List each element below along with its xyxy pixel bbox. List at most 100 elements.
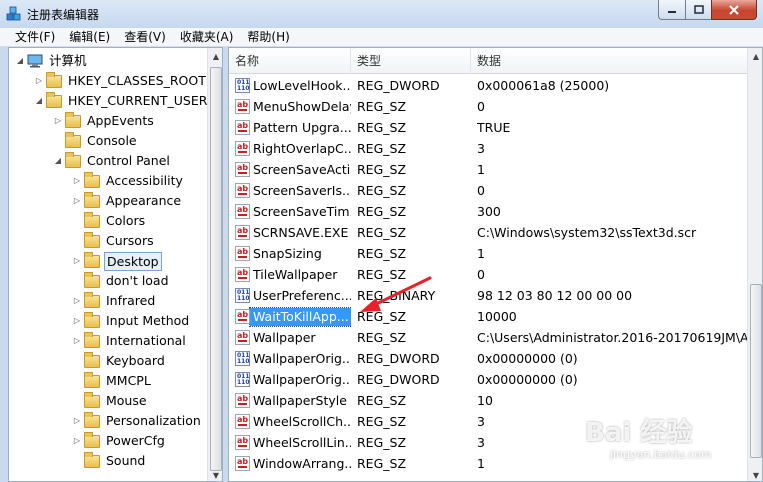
column-header-type[interactable]: 类型 bbox=[351, 48, 471, 74]
scroll-up-icon[interactable]: ▲ bbox=[748, 48, 762, 64]
table-row[interactable]: ab TileWallpaper REG_SZ 0 bbox=[229, 264, 748, 285]
table-row[interactable]: ab WaitToKillApp... REG_SZ 10000 bbox=[229, 306, 748, 327]
collapsed-arrow-icon[interactable]: ▷ bbox=[34, 71, 44, 91]
tree-item[interactable]: ▷ Personalization bbox=[72, 411, 203, 431]
collapsed-arrow-icon[interactable]: ▷ bbox=[53, 111, 63, 131]
value-data-cell: 10 bbox=[477, 393, 493, 408]
table-row[interactable]: ab SCRNSAVE.EXE REG_SZ C:\Windows\system32\… bbox=[229, 222, 748, 243]
menu-view[interactable]: 查看(V) bbox=[117, 28, 173, 47]
collapsed-arrow-icon[interactable]: ▷ bbox=[72, 171, 82, 191]
collapsed-arrow-icon[interactable]: ▷ bbox=[72, 411, 82, 431]
table-row[interactable]: ab RightOverlapC... REG_SZ 3 bbox=[229, 138, 748, 159]
value-name-cell: ab WheelScrollCh... bbox=[235, 411, 351, 432]
value-name-cell: 011 110 WallpaperOrig... bbox=[235, 369, 351, 390]
tree-scrollbar[interactable]: ▲ ▼ bbox=[207, 48, 222, 481]
tree-item[interactable]: ◢ HKEY_CURRENT_USER bbox=[34, 91, 209, 111]
string-value-icon: ab bbox=[235, 267, 250, 282]
table-row[interactable]: ab MenuShowDelay REG_SZ 0 bbox=[229, 96, 748, 117]
tree-item-label: Keyboard bbox=[106, 353, 165, 368]
tree-item[interactable]: ▷ PowerCfg bbox=[72, 431, 167, 451]
folder-icon bbox=[84, 171, 100, 188]
tree-item[interactable]: ▷ Appearance bbox=[72, 191, 183, 211]
minimize-button[interactable] bbox=[658, 0, 686, 20]
tree-item-label: Console bbox=[87, 133, 137, 148]
tree-item-label: Appearance bbox=[106, 193, 182, 208]
maximize-button[interactable] bbox=[685, 0, 712, 20]
tree-item-label: PowerCfg bbox=[106, 433, 165, 448]
tree-item[interactable]: ▷ Input Method bbox=[72, 311, 191, 331]
table-row[interactable]: ab Wallpaper REG_SZ C:\Users\Administrator.… bbox=[229, 327, 749, 348]
table-row[interactable]: ab ScreenSaverIs... REG_SZ 0 bbox=[229, 180, 748, 201]
collapsed-arrow-icon[interactable]: ▷ bbox=[72, 431, 82, 451]
menu-help[interactable]: 帮助(H) bbox=[240, 28, 296, 47]
value-name: Wallpaper bbox=[253, 330, 316, 345]
collapsed-arrow-icon[interactable]: ▷ bbox=[72, 191, 82, 211]
scroll-up-icon[interactable]: ▲ bbox=[208, 48, 222, 64]
value-name-cell: ab WallpaperStyle bbox=[235, 390, 351, 411]
tree-item[interactable]: MMCPL bbox=[72, 371, 153, 391]
menu-edit[interactable]: 编辑(E) bbox=[62, 28, 117, 47]
table-row[interactable]: ab SnapSizing REG_SZ 1 bbox=[229, 243, 748, 264]
folder-icon bbox=[84, 251, 100, 268]
table-row[interactable]: abScreenSaveActi... REG_SZ 1 bbox=[229, 159, 748, 180]
tree-item[interactable]: Console bbox=[53, 131, 139, 151]
string-value-icon: ab bbox=[235, 141, 250, 156]
value-name: MenuShowDelay bbox=[253, 99, 351, 114]
table-row[interactable]: ab Pattern Upgra... REG_SZ TRUE bbox=[229, 117, 748, 138]
table-row[interactable]: ab WallpaperStyle REG_SZ 10 bbox=[229, 390, 748, 411]
tree-item[interactable]: ▷ Infrared bbox=[72, 291, 157, 311]
menu-file[interactable]: 文件(F) bbox=[8, 28, 62, 47]
tree-item[interactable]: ▷ Accessibility bbox=[72, 171, 185, 191]
tree-item[interactable]: ◢ Control Panel bbox=[53, 151, 172, 171]
tree-item[interactable]: Keyboard bbox=[72, 351, 167, 371]
close-button[interactable] bbox=[711, 0, 757, 20]
table-row[interactable]: 011 110 WallpaperOrig... REG_DWORD 0x0000000… bbox=[229, 348, 748, 369]
tree-item[interactable]: ▷ HKEY_CLASSES_ROOT bbox=[34, 71, 208, 91]
tree-item[interactable]: ▷ Desktop bbox=[72, 251, 162, 271]
tree-scroll-thumb[interactable] bbox=[210, 67, 222, 471]
folder-icon bbox=[84, 411, 100, 428]
value-type-cell: REG_SZ bbox=[357, 435, 407, 450]
collapsed-arrow-icon[interactable]: ▷ bbox=[72, 251, 82, 271]
tree-item-label: HKEY_CURRENT_USER bbox=[68, 93, 208, 108]
table-row[interactable]: 011 110 LowLevelHook... REG_DWORD 0x000061a8… bbox=[229, 75, 748, 96]
menu-favorites[interactable]: 收藏夹(A) bbox=[173, 28, 241, 47]
value-type-cell: REG_SZ bbox=[357, 393, 407, 408]
tree-item-label: 计算机 bbox=[49, 53, 87, 68]
string-value-icon: ab bbox=[235, 330, 250, 345]
tree-item[interactable]: Cursors bbox=[72, 231, 156, 251]
value-name-cell: ab Pattern Upgra... bbox=[235, 117, 351, 138]
tree-item[interactable]: Mouse bbox=[72, 391, 149, 411]
tree-item[interactable]: ◢ 计算机 bbox=[15, 51, 89, 71]
expanded-arrow-icon[interactable]: ◢ bbox=[53, 151, 63, 171]
column-header-data[interactable]: 数据 bbox=[471, 48, 748, 74]
tree-item-label: Input Method bbox=[106, 313, 190, 328]
list-scrollbar[interactable]: ▲ ▼ bbox=[747, 48, 762, 481]
list-scroll-thumb[interactable] bbox=[750, 284, 762, 458]
folder-icon bbox=[84, 331, 100, 348]
tree-item[interactable]: don't load bbox=[72, 271, 171, 291]
tree-item[interactable]: ▷ AppEvents bbox=[53, 111, 156, 131]
collapsed-arrow-icon[interactable]: ▷ bbox=[72, 311, 82, 331]
table-row[interactable]: 011 110 UserPreferenc... REG_BINARY 98 12 03… bbox=[229, 285, 748, 306]
expanded-arrow-icon[interactable]: ◢ bbox=[15, 51, 25, 71]
key-tree-pane[interactable]: ◢ 计算机 ▷ HKEY_CLASSES_ROOT ◢ HKEY_CURRENT_USER… bbox=[8, 47, 223, 482]
tree-item[interactable]: ▷ International bbox=[72, 331, 188, 351]
tree-item-label: Personalization bbox=[106, 413, 201, 428]
scroll-down-icon[interactable]: ▼ bbox=[748, 467, 762, 481]
tree-item[interactable]: Sound bbox=[72, 451, 147, 471]
value-data-cell: 10000 bbox=[477, 309, 517, 324]
value-type-cell: REG_SZ bbox=[357, 414, 407, 429]
value-name-cell: 011 110 UserPreferenc... bbox=[235, 285, 351, 306]
table-row[interactable]: 011 110 WallpaperOrig... REG_DWORD 0x0000000… bbox=[229, 369, 748, 390]
value-type-cell: REG_SZ bbox=[357, 183, 407, 198]
collapsed-arrow-icon[interactable]: ▷ bbox=[72, 331, 82, 351]
collapsed-arrow-icon[interactable]: ▷ bbox=[72, 291, 82, 311]
expanded-arrow-icon[interactable]: ◢ bbox=[34, 91, 44, 111]
column-header-name[interactable]: 名称 bbox=[229, 48, 351, 74]
tree-item[interactable]: Colors bbox=[72, 211, 147, 231]
value-name: WheelScrollCh... bbox=[253, 414, 351, 429]
folder-icon bbox=[84, 351, 100, 368]
table-row[interactable]: ab ScreenSaveTim... REG_SZ 300 bbox=[229, 201, 748, 222]
scroll-down-icon[interactable]: ▼ bbox=[208, 467, 222, 481]
